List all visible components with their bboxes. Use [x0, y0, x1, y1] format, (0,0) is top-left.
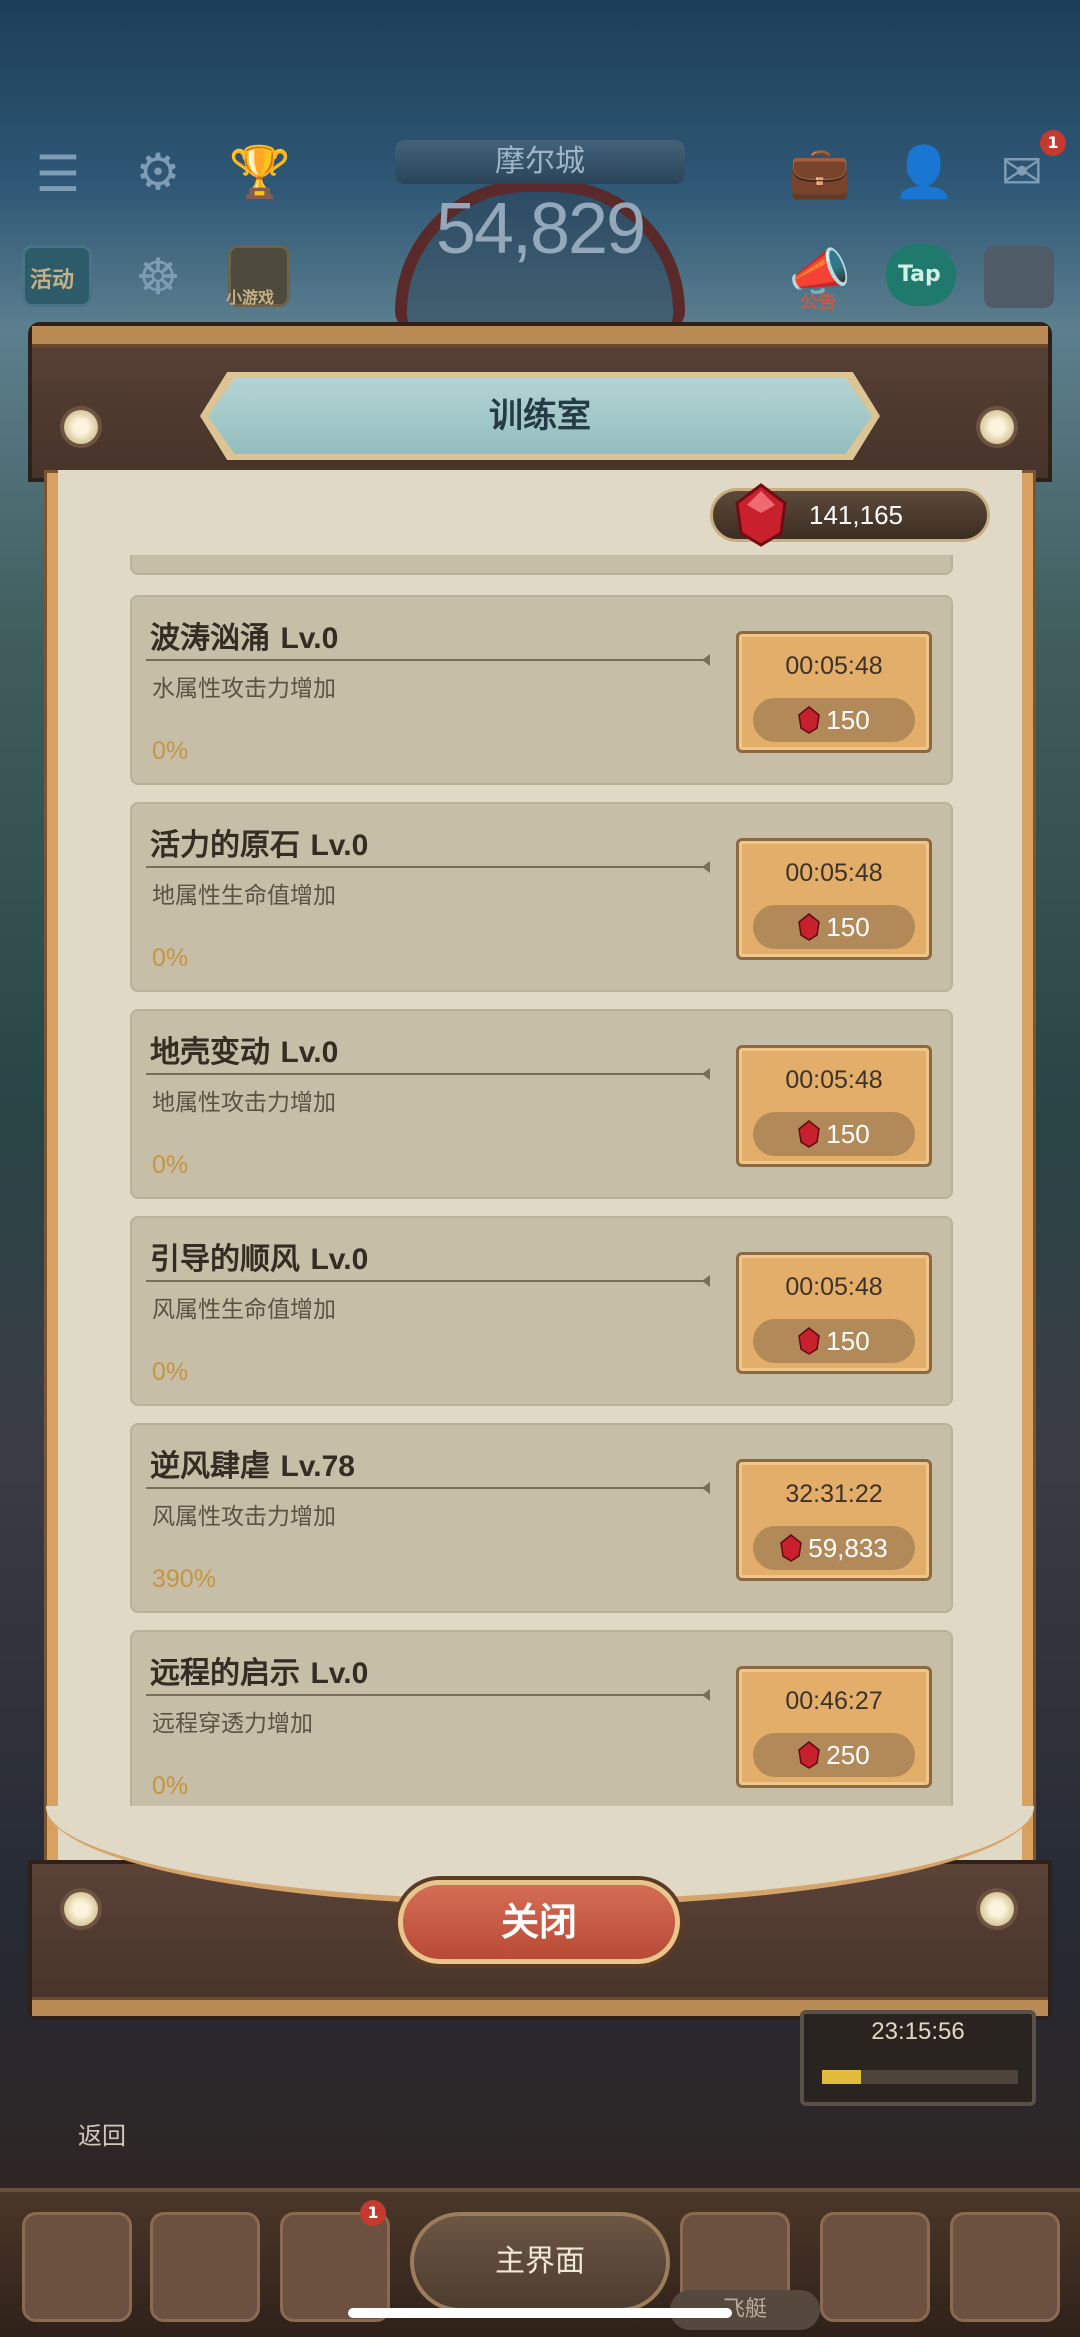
upgrade-time: 00:05:48: [785, 1066, 883, 1094]
bolt-icon: [64, 410, 98, 444]
character-portrait[interactable]: [984, 246, 1054, 308]
upgrade-button[interactable]: 00:46:27 250: [736, 1666, 932, 1788]
divider: [146, 861, 710, 873]
scene-timer-value: 23:15:56: [871, 2018, 965, 2045]
divider: [146, 1689, 710, 1701]
home-button[interactable]: 主界面: [410, 2212, 670, 2312]
scene-timer-fill: [822, 2070, 862, 2084]
training-percent: 0%: [152, 944, 189, 972]
nav-shop-icon[interactable]: [950, 2212, 1060, 2322]
nav-tower-icon[interactable]: [820, 2212, 930, 2322]
training-name: 逆风肆虐 Lv.78: [150, 1449, 355, 1484]
training-name: 地壳变动 Lv.0: [150, 1035, 339, 1070]
mail-badge: 1: [1040, 130, 1066, 156]
scene-timer: 23:15:56: [800, 2010, 1036, 2106]
city-name: 摩尔城: [395, 140, 685, 184]
training-desc: 风属性攻击力增加: [152, 1504, 336, 1530]
minigame-label: 小游戏: [226, 288, 275, 307]
panel-title: 训练室: [208, 378, 872, 454]
ruby-icon: [735, 483, 787, 547]
training-item: 逆风肆虐 Lv.78 风属性攻击力增加 390% 32:31:22 59,833: [130, 1423, 953, 1613]
training-desc: 水属性攻击力增加: [152, 676, 336, 702]
divider: [146, 654, 710, 666]
training-item: 远程的启示 Lv.0 远程穿透力增加 0% 00:46:27 250: [130, 1630, 953, 1820]
briefcase-icon[interactable]: 💼: [788, 140, 852, 204]
bolt-icon: [64, 1892, 98, 1926]
training-name: 引导的顺风 Lv.0: [150, 1242, 369, 1277]
training-percent: 0%: [152, 1151, 189, 1179]
upgrade-button[interactable]: 00:05:48 150: [736, 838, 932, 960]
combat-power: 54,829: [435, 189, 646, 269]
upgrade-cost: 150: [753, 905, 915, 949]
activity-label: 活动: [30, 268, 75, 293]
bolt-icon: [980, 1892, 1014, 1926]
list-item-partial: [130, 555, 953, 575]
upgrade-button[interactable]: 32:31:22 59,833: [736, 1459, 932, 1581]
trophy-icon[interactable]: 🏆: [228, 140, 292, 204]
training-name: 远程的启示 Lv.0: [150, 1656, 369, 1691]
tap-label: Tap: [898, 262, 941, 287]
nav-quest-icon[interactable]: [280, 2212, 390, 2322]
quest-badge: 1: [360, 2200, 386, 2226]
nav-guild-icon[interactable]: [22, 2212, 132, 2322]
bolt-icon: [980, 410, 1014, 444]
notice-label: 公告: [800, 292, 836, 313]
ruby-icon: [798, 1741, 821, 1769]
divider: [146, 1482, 710, 1494]
training-list[interactable]: 波涛汹涌 Lv.0 水属性攻击力增加 0% 00:05:48 150 活力的原石…: [130, 555, 953, 1855]
upgrade-button[interactable]: 00:05:48 150: [736, 1045, 932, 1167]
upgrade-button[interactable]: 00:05:48 150: [736, 631, 932, 753]
upgrade-cost: 59,833: [753, 1526, 915, 1570]
upgrade-time: 32:31:22: [785, 1480, 883, 1508]
friends-icon[interactable]: 👤: [892, 140, 956, 204]
upgrade-cost: 250: [753, 1733, 915, 1777]
ruby-icon: [798, 1120, 821, 1148]
upgrade-time: 00:05:48: [785, 1273, 883, 1301]
training-percent: 0%: [152, 1358, 189, 1386]
close-button[interactable]: 关闭: [398, 1880, 680, 1964]
training-item: 波涛汹涌 Lv.0 水属性攻击力增加 0% 00:05:48 150: [130, 595, 953, 785]
training-percent: 0%: [152, 737, 189, 765]
training-item: 地壳变动 Lv.0 地属性攻击力增加 0% 00:05:48 150: [130, 1009, 953, 1199]
ruby-icon: [798, 706, 821, 734]
home-indicator: [348, 2308, 732, 2318]
menu-icon[interactable]: ☰: [26, 142, 90, 206]
training-desc: 风属性生命值增加: [152, 1297, 336, 1323]
upgrade-time: 00:46:27: [785, 1687, 883, 1715]
upgrade-cost: 150: [753, 1112, 915, 1156]
nav-propeller-icon[interactable]: [150, 2212, 260, 2322]
ruby-icon: [798, 1327, 821, 1355]
scene-timer-bar: [822, 2070, 1018, 2084]
back-button[interactable]: 返回: [78, 2116, 126, 2151]
training-item: 引导的顺风 Lv.0 风属性生命值增加 0% 00:05:48 150: [130, 1216, 953, 1406]
training-item: 活力的原石 Lv.0 地属性生命值增加 0% 00:05:48 150: [130, 802, 953, 992]
divider: [146, 1275, 710, 1287]
gem-balance-value: 141,165: [809, 500, 903, 530]
training-desc: 地属性攻击力增加: [152, 1090, 336, 1116]
upgrade-cost: 150: [753, 1319, 915, 1363]
upgrade-time: 00:05:48: [785, 652, 883, 680]
training-percent: 0%: [152, 1772, 189, 1800]
upgrade-time: 00:05:48: [785, 859, 883, 887]
upgrade-cost: 150: [753, 698, 915, 742]
training-name: 波涛汹涌 Lv.0: [150, 621, 339, 656]
ruby-icon: [780, 1534, 803, 1562]
gear-icon[interactable]: ⚙: [126, 140, 190, 204]
training-desc: 地属性生命值增加: [152, 883, 336, 909]
ruby-icon: [798, 913, 821, 941]
gem-balance: 141,165: [710, 483, 990, 547]
upgrade-button[interactable]: 00:05:48 150: [736, 1252, 932, 1374]
training-name: 活力的原石 Lv.0: [150, 828, 369, 863]
training-percent: 390%: [152, 1565, 216, 1593]
divider: [146, 1068, 710, 1080]
ship-wheel-icon[interactable]: ☸: [126, 245, 190, 309]
training-desc: 远程穿透力增加: [152, 1711, 313, 1737]
